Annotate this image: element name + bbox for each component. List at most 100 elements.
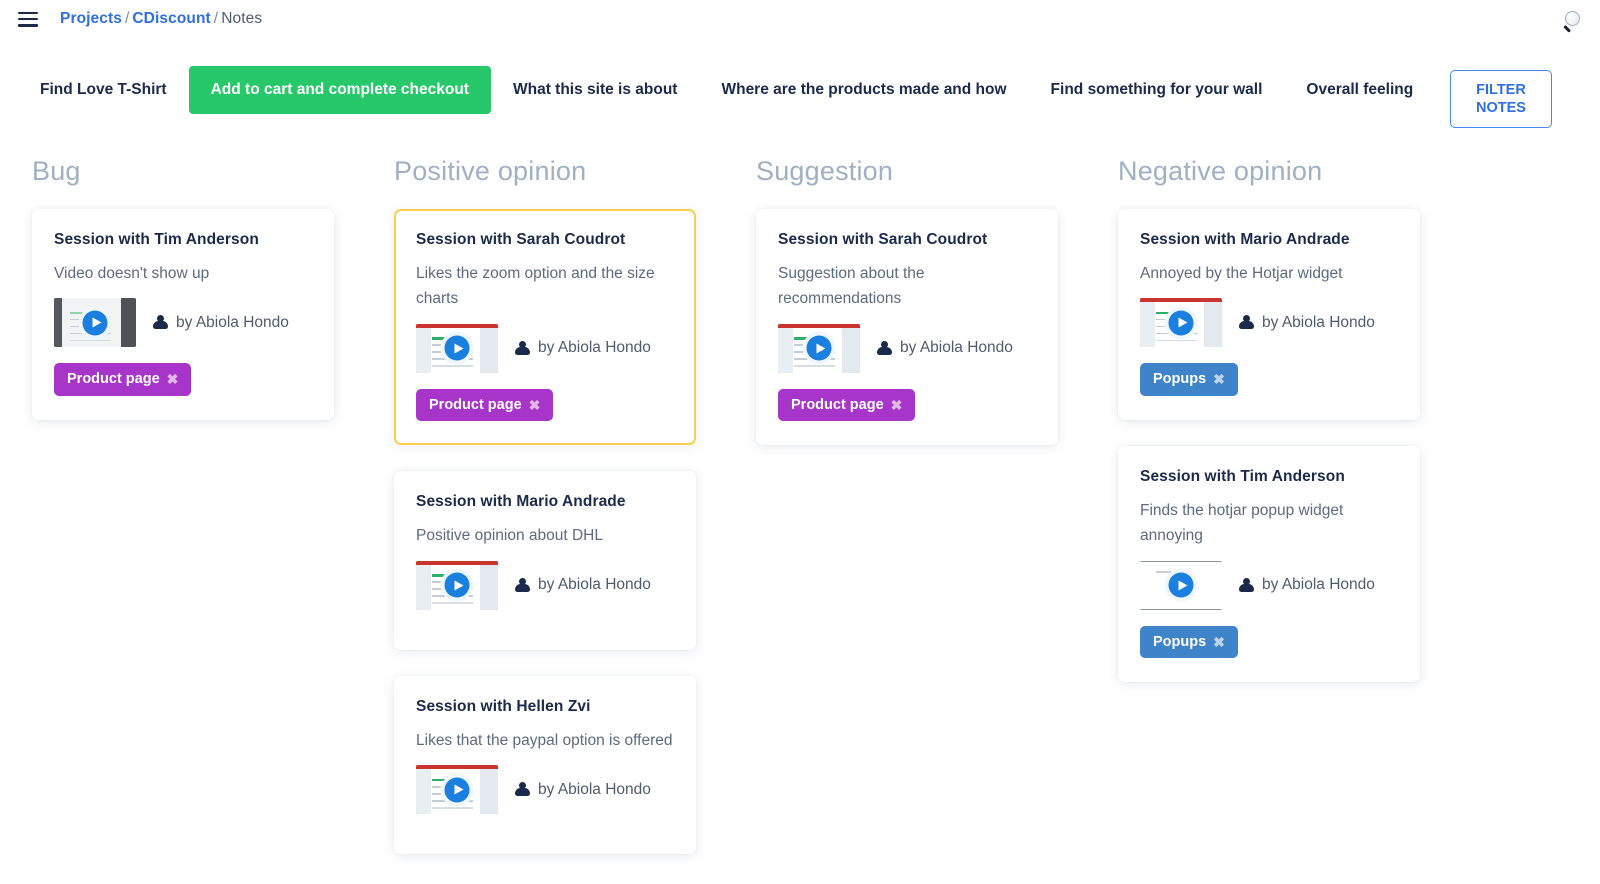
task-tab[interactable]: Add to cart and complete checkout — [188, 66, 491, 114]
note-card-title: Session with Mario Andrade — [1140, 230, 1350, 248]
note-card-tag[interactable]: Popups ✖ — [1140, 625, 1238, 659]
column-title: Bug — [32, 155, 81, 186]
tag-remove-icon[interactable]: ✖ — [167, 372, 179, 386]
board-column: Suggestion Session with Sarah Coudrot Sugg… — [724, 156, 1086, 774]
task-tab[interactable]: Find Love T-Shirt — [18, 66, 189, 114]
notes-board: Bug Session with Tim Anderson Video doesn'… — [0, 114, 1600, 855]
tag-label: Product page — [67, 371, 160, 388]
person-icon-body — [876, 346, 892, 355]
task-tab[interactable]: Overall feeling — [1284, 66, 1435, 114]
note-card-title: Session with Mario Andrade — [416, 493, 626, 511]
author-name: by Abiola Hondo — [538, 576, 651, 594]
note-card-tag[interactable]: Product page ✖ — [54, 363, 192, 396]
tag-remove-icon[interactable]: ✖ — [529, 398, 541, 412]
session-video-thumbnail[interactable] — [416, 560, 498, 610]
note-card-author: by Abiola Hondo — [514, 576, 651, 594]
column-title: Negative opinion — [1118, 155, 1323, 186]
hamburger-bar — [18, 17, 38, 21]
tag-remove-icon[interactable]: ✖ — [1213, 372, 1225, 386]
tag-remove-icon[interactable]: ✖ — [891, 398, 903, 412]
board-column: Positive opinion Session with Sarah Coudr… — [362, 156, 724, 855]
search-icon[interactable] — [1558, 6, 1584, 34]
note-card-title: Session with Tim Anderson — [1140, 467, 1345, 485]
note-card-author: by Abiola Hondo — [514, 339, 651, 357]
session-video-thumbnail[interactable] — [1140, 298, 1222, 348]
note-card-media-row: by Abiola Hondo — [778, 323, 1036, 373]
play-icon[interactable] — [440, 331, 474, 365]
note-card-description: Likes the zoom option and the size chart… — [416, 264, 655, 308]
note-card-tag[interactable]: Product page ✖ — [416, 388, 554, 422]
note-card-media-row: by Abiola Hondo — [416, 560, 674, 610]
author-name: by Abiola Hondo — [538, 339, 651, 357]
person-icon — [876, 340, 892, 356]
note-card[interactable]: Session with Mario Andrade Positive opini… — [394, 471, 696, 650]
note-card-media-row: by Abiola Hondo — [1140, 560, 1398, 610]
top-bar: Projects / CDiscount / Notes — [0, 0, 1600, 38]
note-card-title: Session with Sarah Coudrot — [778, 230, 988, 248]
note-card-title: Session with Hellen Zvi — [416, 697, 591, 715]
play-triangle — [816, 343, 825, 354]
play-icon[interactable] — [440, 568, 474, 602]
play-icon[interactable] — [1164, 306, 1198, 340]
tag-label: Product page — [429, 396, 522, 413]
play-triangle — [1178, 317, 1187, 328]
note-card[interactable]: Session with Tim Anderson Finds the hotja… — [1118, 445, 1420, 683]
task-tab-list: Find Love T-Shirt Add to cart and complet… — [0, 66, 1600, 114]
task-tab-label: What this site is about — [512, 81, 678, 98]
note-card[interactable]: Session with Sarah Coudrot Suggestion abo… — [756, 208, 1058, 446]
hamburger-bar — [18, 11, 38, 15]
session-video-thumbnail[interactable] — [778, 323, 860, 373]
tag-label: Popups — [1153, 633, 1207, 650]
note-card-author: by Abiola Hondo — [1238, 576, 1375, 594]
note-card-author: by Abiola Hondo — [514, 781, 651, 799]
search-icon-lens — [1564, 10, 1580, 26]
play-triangle — [92, 317, 101, 328]
note-card-media-row: by Abiola Hondo — [54, 298, 312, 348]
hamburger-menu-icon[interactable] — [18, 11, 38, 27]
note-card[interactable]: Session with Tim Anderson Video doesn't s… — [32, 208, 334, 420]
breadcrumb-projects[interactable]: Projects — [60, 10, 122, 27]
note-card[interactable]: Session with Mario Andrade Annoyed by the… — [1118, 208, 1420, 420]
author-name: by Abiola Hondo — [1262, 576, 1375, 594]
person-icon — [1238, 315, 1254, 331]
column-card-list: Session with Mario Andrade Annoyed by the… — [1118, 208, 1420, 683]
filter-notes-button[interactable]: FILTER NOTES — [1450, 70, 1552, 129]
board-column: Negative opinion Session with Mario Andra… — [1086, 156, 1448, 774]
note-card-description: Positive opinion about DHL — [416, 527, 603, 545]
note-card-author: by Abiola Hondo — [152, 314, 289, 332]
person-icon-body — [1238, 321, 1254, 330]
note-card[interactable]: Session with Hellen Zvi Likes that the pa… — [394, 675, 696, 855]
task-tab[interactable]: What this site is about — [491, 66, 699, 114]
note-card-author: by Abiola Hondo — [876, 339, 1013, 357]
tag-remove-icon[interactable]: ✖ — [1213, 635, 1225, 649]
play-icon[interactable] — [78, 306, 112, 340]
breadcrumb-separator: / — [213, 10, 219, 27]
session-video-thumbnail[interactable] — [54, 298, 136, 348]
note-card-media-row: by Abiola Hondo — [416, 765, 674, 815]
session-video-thumbnail[interactable] — [416, 323, 498, 373]
play-triangle — [1178, 580, 1187, 591]
note-card-tag[interactable]: Popups ✖ — [1140, 363, 1238, 396]
task-tab[interactable]: Where are the products made and how — [699, 66, 1028, 114]
author-name: by Abiola Hondo — [1262, 313, 1375, 331]
person-icon-body — [514, 788, 530, 797]
session-video-thumbnail[interactable] — [416, 765, 498, 815]
session-video-thumbnail[interactable] — [1140, 560, 1222, 610]
tag-label: Popups — [1153, 371, 1207, 388]
play-icon[interactable] — [440, 773, 474, 807]
filter-notes-line2: NOTES — [1476, 100, 1526, 117]
magnifying-glass-shape — [1562, 10, 1580, 34]
note-card-author: by Abiola Hondo — [1238, 314, 1375, 332]
task-tab[interactable]: Find something for your wall — [1029, 66, 1285, 114]
author-name: by Abiola Hondo — [176, 313, 289, 331]
task-tab-label: Find Love T-Shirt — [40, 81, 167, 98]
breadcrumb-cdiscount[interactable]: CDiscount — [132, 10, 210, 27]
note-card[interactable]: Session with Sarah Coudrot Likes the zoom… — [394, 208, 696, 446]
play-triangle — [454, 343, 463, 354]
play-icon[interactable] — [1164, 568, 1198, 602]
note-card-tag[interactable]: Product page ✖ — [778, 388, 916, 422]
column-card-list: Session with Sarah Coudrot Suggestion abo… — [756, 208, 1058, 446]
hamburger-bar — [18, 23, 38, 27]
play-icon[interactable] — [802, 331, 836, 365]
tag-label: Product page — [791, 396, 884, 413]
